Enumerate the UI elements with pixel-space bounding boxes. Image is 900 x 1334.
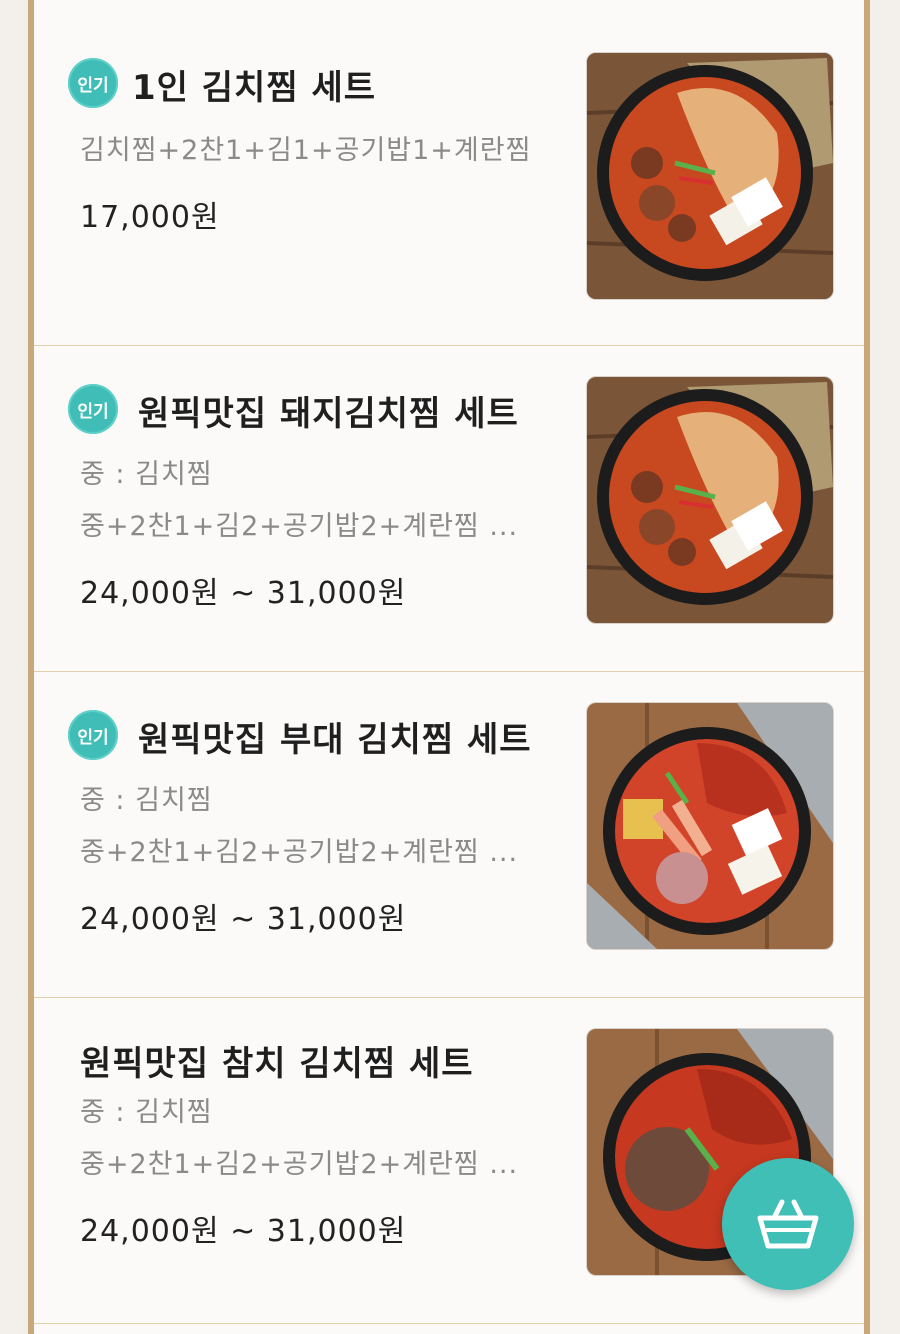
menu-item-description: 중 : 김치찜 <box>80 1097 213 1128</box>
kimchi-jjim-pork-photo <box>587 377 833 623</box>
basket-icon <box>757 1199 819 1249</box>
budae-kimchi-jjim-photo <box>587 703 833 949</box>
cart-button[interactable] <box>722 1158 854 1290</box>
menu-item-description: 중 : 김치찜 <box>80 459 213 490</box>
popular-badge: 인기 <box>68 384 118 434</box>
menu-item[interactable]: 인기 원픽맛집 부대 김치찜 세트 중 : 김치찜 중+2찬1+김2+공기밥2+… <box>34 672 864 998</box>
menu-item-title: 원픽맛집 부대 김치찜 세트 <box>138 720 532 760</box>
menu-item-description: 김치찜+2찬1+김1+공기밥1+계란찜 <box>80 135 532 166</box>
menu-item-photo[interactable] <box>586 376 834 624</box>
menu-item-price: 17,000원 <box>80 200 220 235</box>
popular-badge: 인기 <box>68 710 118 760</box>
menu-item-title: 원픽맛집 참치 김치찜 세트 <box>80 1044 474 1084</box>
menu-item[interactable]: 원픽맛집 참치 김치찜 세트 중 : 김치찜 중+2찬1+김2+공기밥2+계란찜… <box>34 998 864 1324</box>
menu-item-description: 중+2찬1+김2+공기밥2+계란찜 ... <box>80 1149 519 1180</box>
menu-item-price: 24,000원 ~ 31,000원 <box>80 576 407 611</box>
menu-item-photo[interactable] <box>586 52 834 300</box>
menu-item-description: 중+2찬1+김2+공기밥2+계란찜 ... <box>80 837 519 868</box>
menu-item-price: 24,000원 ~ 31,000원 <box>80 1214 407 1249</box>
menu-item-photo[interactable] <box>586 702 834 950</box>
popular-badge: 인기 <box>68 58 118 108</box>
menu-frame: 인기 1인 김치찜 세트 김치찜+2찬1+김1+공기밥1+계란찜 17,000원 <box>28 0 870 1334</box>
menu-item-title: 원픽맛집 돼지김치찜 세트 <box>138 394 519 434</box>
menu-item[interactable]: 인기 1인 김치찜 세트 김치찜+2찬1+김1+공기밥1+계란찜 17,000원 <box>34 20 864 346</box>
menu-item[interactable]: 인기 원픽맛집 돼지김치찜 세트 중 : 김치찜 중+2찬1+김2+공기밥2+계… <box>34 346 864 672</box>
menu-item-description: 중+2찬1+김2+공기밥2+계란찜 ... <box>80 511 519 542</box>
menu-item-title: 1인 김치찜 세트 <box>132 68 377 108</box>
kimchi-jjim-pork-photo <box>587 53 833 299</box>
menu-item-description: 중 : 김치찜 <box>80 785 213 816</box>
menu-item-price: 24,000원 ~ 31,000원 <box>80 902 407 937</box>
